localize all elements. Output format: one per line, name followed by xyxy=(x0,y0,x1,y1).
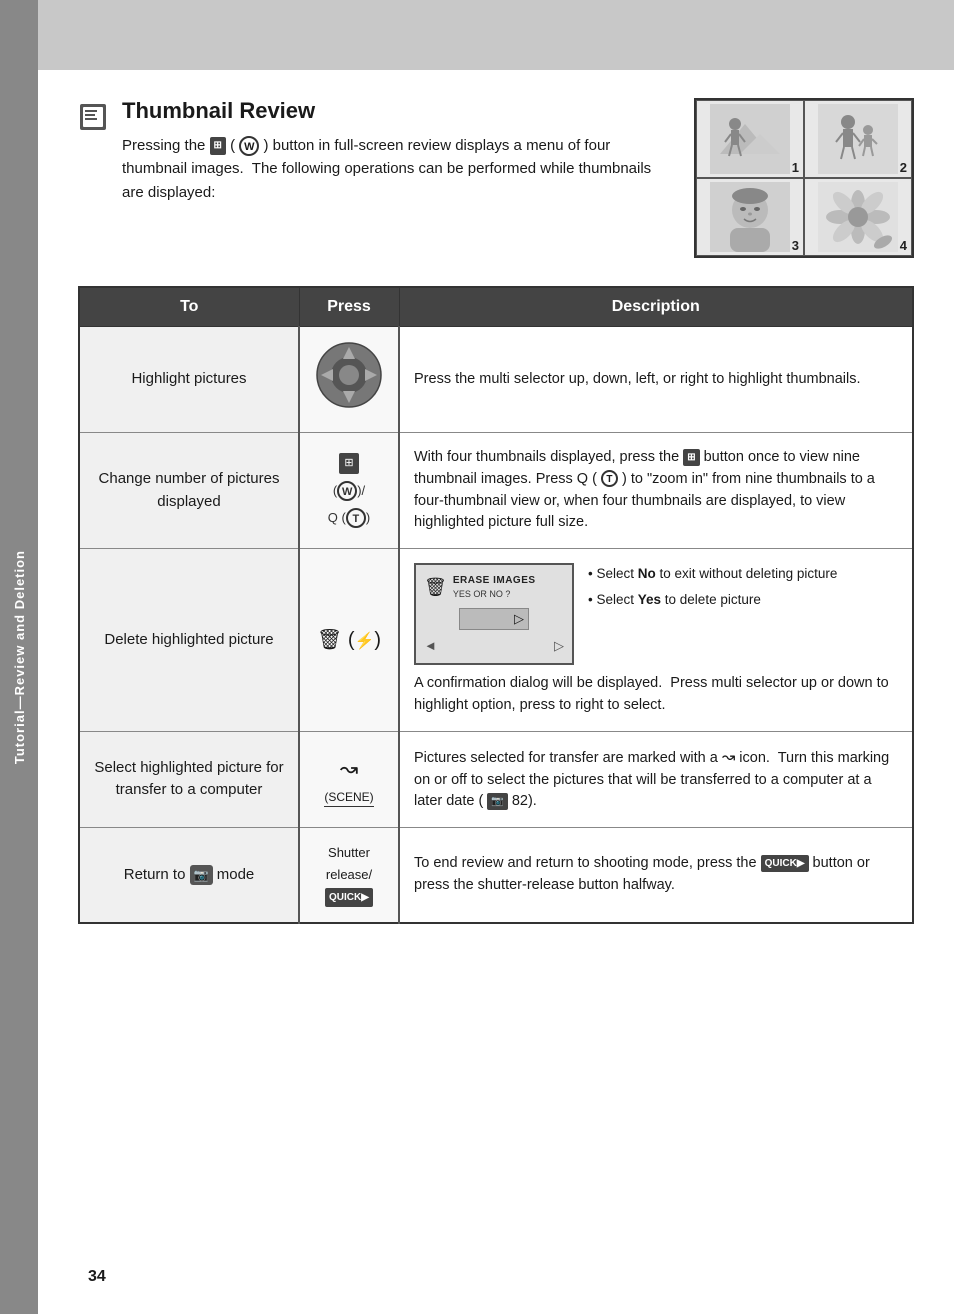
quick-btn-inline: QUICK▶ xyxy=(761,855,809,872)
header-section: Thumbnail Review Pressing the ⊞ ( W ) bu… xyxy=(78,98,914,258)
ref-icon: 📷 xyxy=(487,793,507,810)
table-row: Highlight pictures xyxy=(79,327,913,433)
t-btn-inline: T xyxy=(601,470,618,487)
dialog-button: ▷ xyxy=(459,608,529,630)
scene-icon-group: ↝ (SCENE) xyxy=(314,752,384,807)
thumb-cell-4: 4 xyxy=(804,178,912,256)
press-cell-scene: ↝ (SCENE) xyxy=(299,731,399,828)
thumbnail-preview: 1 xyxy=(694,98,914,258)
desc-cell-highlight: Press the multi selector up, down, left,… xyxy=(399,327,913,433)
camera-icon: 📷 xyxy=(190,865,213,885)
delete-icon: 🗑 (⚡) xyxy=(314,625,384,655)
col-press: Press xyxy=(299,287,399,327)
delete-dialog-container: 🗑 ERASE IMAGES YES OR NO ? ▷ xyxy=(414,563,574,665)
no-option-text: • Select No to exit without deleting pic… xyxy=(588,563,837,585)
table-row: Return to 📷 mode Shutterrelease/ QUICK▶ … xyxy=(79,828,913,924)
press-cell-multiselector xyxy=(299,327,399,433)
to-cell-highlight: Highlight pictures xyxy=(79,327,299,433)
table-row: Change number of pictures displayed ⊞ (W… xyxy=(79,433,913,549)
dialog-bottom: ◄ ▷ xyxy=(424,636,564,656)
press-cell-shutter: Shutterrelease/ QUICK▶ xyxy=(299,828,399,924)
desc-cell-transfer: Pictures selected for transfer are marke… xyxy=(399,731,913,828)
desc-cell-delete: 🗑 ERASE IMAGES YES OR NO ? ▷ xyxy=(399,549,913,732)
thumb-num-2: 2 xyxy=(900,160,907,175)
quick-button-icon: QUICK▶ xyxy=(325,888,373,907)
grid-btn-inline: ⊞ xyxy=(683,449,699,466)
table-row: Delete highlighted picture 🗑 (⚡) 🗑 xyxy=(79,549,913,732)
thumb-button-icon: ⊞ xyxy=(210,137,226,155)
trash-icon: 🗑 xyxy=(424,574,447,601)
tutorial-icon xyxy=(78,102,108,136)
col-description: Description xyxy=(399,287,913,327)
thumb-cell-3: 3 xyxy=(696,178,804,256)
table-header-row: To Press Description xyxy=(79,287,913,327)
wave-icon: ↝ xyxy=(340,752,358,785)
zoom-buttons-group: ⊞ (W)/ Q (T) xyxy=(314,453,384,528)
col-to: To xyxy=(79,287,299,327)
page-title: Thumbnail Review xyxy=(122,98,674,124)
shutter-label: Shutterrelease/ QUICK▶ xyxy=(314,842,384,908)
dialog-title: ERASE IMAGES xyxy=(453,573,536,588)
t-label: Q (T) xyxy=(328,508,370,528)
main-table: To Press Description Highlight pictures xyxy=(78,286,914,924)
yes-option-text: • Select Yes to delete picture xyxy=(588,589,837,611)
desc-cell-return: To end review and return to shooting mod… xyxy=(399,828,913,924)
w-label: (W)/ xyxy=(333,481,365,501)
to-cell-change: Change number of pictures displayed xyxy=(79,433,299,549)
top-bar xyxy=(38,0,954,70)
press-cell-delete: 🗑 (⚡) xyxy=(299,549,399,732)
w-button-icon: W xyxy=(239,136,259,156)
sidebar-label: Tutorial—Review and Deletion xyxy=(12,550,27,764)
desc-cell-change: With four thumbnails displayed, press th… xyxy=(399,433,913,549)
delete-description: 🗑 ERASE IMAGES YES OR NO ? ▷ xyxy=(414,563,898,673)
thumb-num-4: 4 xyxy=(900,238,907,253)
dialog-header: 🗑 ERASE IMAGES YES OR NO ? xyxy=(424,573,564,602)
right-arrow-icon: ▷ xyxy=(554,636,564,656)
to-cell-transfer: Select highlighted picture for transfer … xyxy=(79,731,299,828)
table-row: Select highlighted picture for transfer … xyxy=(79,731,913,828)
sidebar-tab: Tutorial—Review and Deletion xyxy=(0,0,38,1314)
thumb-cell-2: 2 xyxy=(804,100,912,178)
multiselector-icon xyxy=(315,341,383,409)
to-cell-delete: Delete highlighted picture xyxy=(79,549,299,732)
thumb-num-3: 3 xyxy=(792,238,799,253)
dialog-sub: YES OR NO ? xyxy=(453,588,536,602)
arrow-right-icon: ▷ xyxy=(514,609,524,629)
transfer-wave-icon: ↝ xyxy=(722,749,735,766)
header-text-block: Thumbnail Review Pressing the ⊞ ( W ) bu… xyxy=(78,98,674,204)
press-cell-zoom: ⊞ (W)/ Q (T) xyxy=(299,433,399,549)
to-cell-return: Return to 📷 mode xyxy=(79,828,299,924)
page-intro: Pressing the ⊞ ( W ) button in full-scre… xyxy=(122,134,674,204)
delete-bullet-list: • Select No to exit without deleting pic… xyxy=(588,563,837,614)
delete-top-desc: A confirmation dialog will be displayed.… xyxy=(414,673,898,717)
main-content: Thumbnail Review Pressing the ⊞ ( W ) bu… xyxy=(38,70,954,1314)
scene-label: (SCENE) xyxy=(324,788,373,807)
page-number: 34 xyxy=(88,1268,106,1286)
thumb-num-1: 1 xyxy=(792,160,799,175)
thumb-cell-1: 1 xyxy=(696,100,804,178)
grid-icon: ⊞ xyxy=(339,453,358,474)
delete-dialog-box: 🗑 ERASE IMAGES YES OR NO ? ▷ xyxy=(414,563,574,665)
left-arrow-icon: ◄ xyxy=(424,636,437,656)
